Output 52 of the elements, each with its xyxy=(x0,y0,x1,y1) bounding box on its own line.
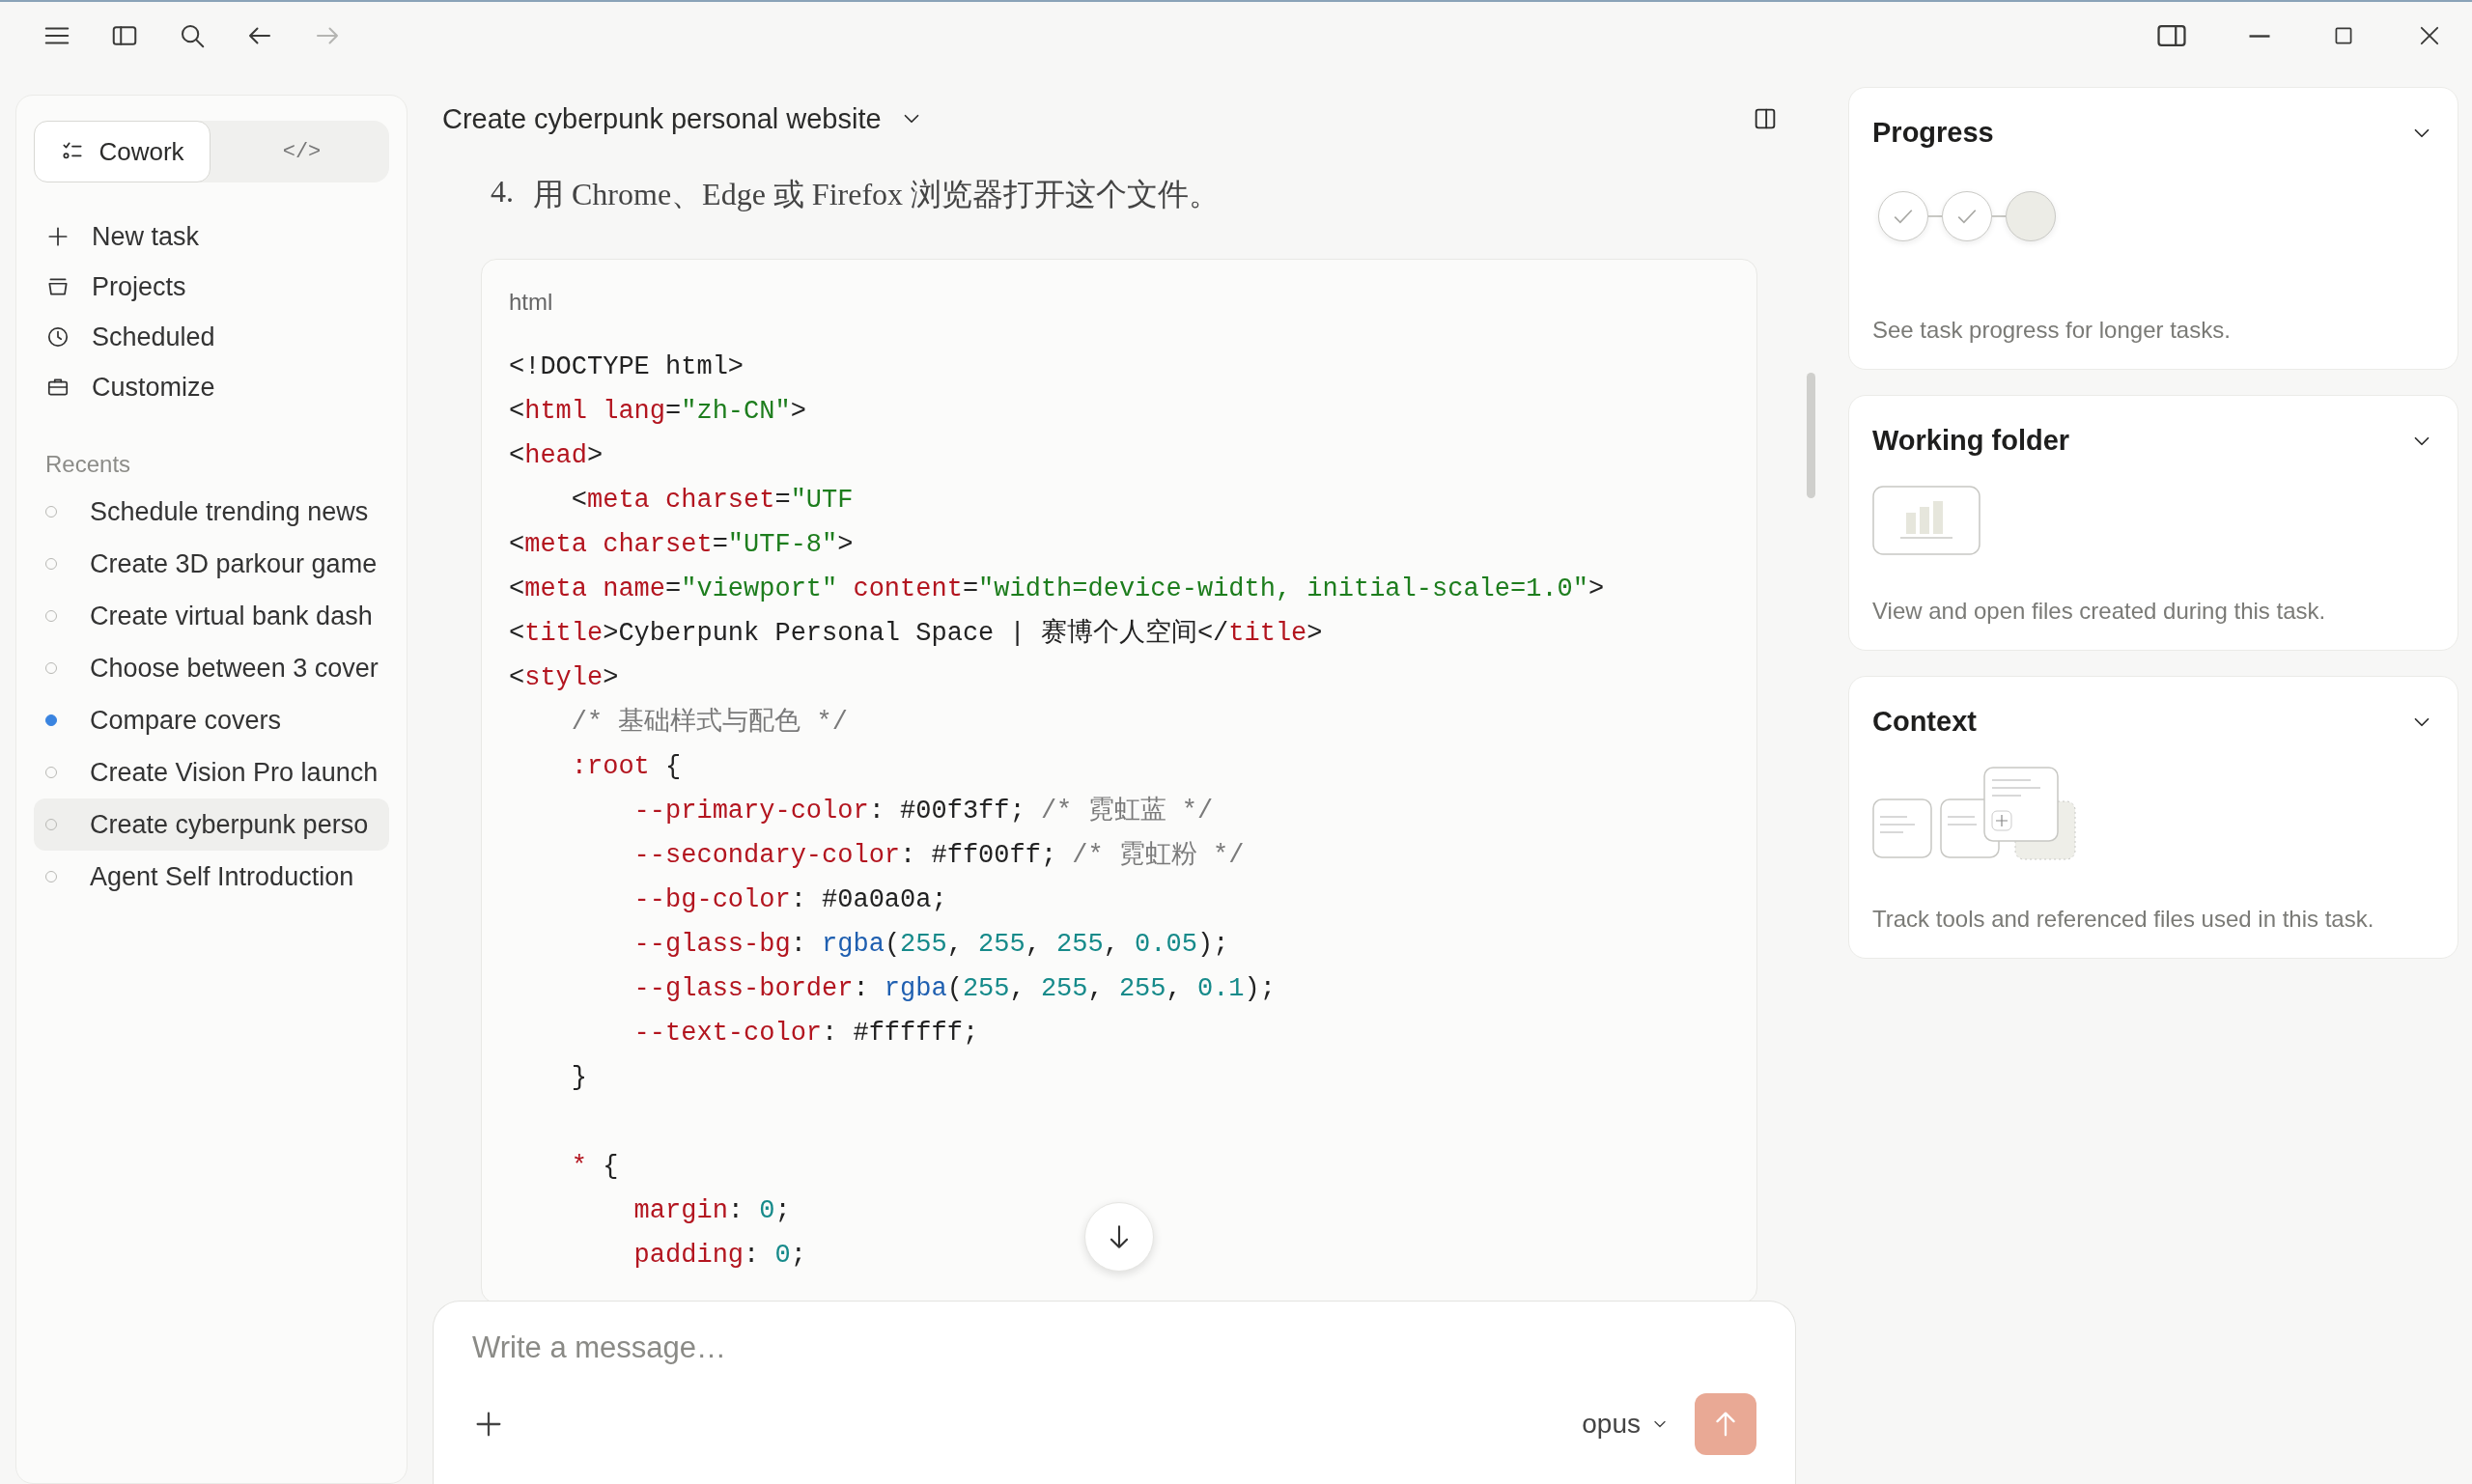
mode-tab[interactable]: Cowork xyxy=(34,121,211,182)
panel-title[interactable]: Context xyxy=(1872,706,1977,738)
mode-tab[interactable]: </> xyxy=(214,121,389,182)
code-line: <meta charset="UTF xyxy=(570,485,854,517)
panel-description: See task progress for longer tasks. xyxy=(1872,317,2232,344)
code-line: <!DOCTYPE html> xyxy=(509,351,744,383)
recent-task-item[interactable]: Create 3D parkour game xyxy=(34,538,389,590)
recent-task-item[interactable]: Create Vision Pro launch xyxy=(34,746,389,798)
clock-icon xyxy=(45,324,70,350)
panel-description: Track tools and referenced files used in this task. xyxy=(1872,906,2375,933)
recent-task-item[interactable]: Compare covers xyxy=(34,694,389,746)
recent-task-item[interactable]: Create cyberpunk perso xyxy=(34,798,389,851)
code-line: <title>Cyberpunk Personal Space | 赛博个人空间</title> xyxy=(509,617,1323,650)
recent-task-item[interactable]: Schedule trending news xyxy=(34,486,389,538)
model-selector[interactable]: opus xyxy=(1576,1408,1675,1441)
code-line: } xyxy=(570,1062,587,1094)
nav-item[interactable]: Customize xyxy=(92,372,215,403)
code-language: html xyxy=(509,289,553,316)
code-line: margin: 0; xyxy=(632,1195,791,1227)
code-line: /* 基础样式与配色 */ xyxy=(570,706,849,739)
code-line: --text-color: #ffffff; xyxy=(632,1018,979,1050)
code-line: --secondary-color: #ff00ff; /* 霓虹粉 */ xyxy=(632,840,1245,872)
recent-task-item[interactable]: Create virtual bank dash xyxy=(34,590,389,642)
list-text: 用 Chrome、Edge 或 Firefox 浏览器打开这个文件。 xyxy=(533,176,1221,213)
panel-description: View and open files created during this task. xyxy=(1872,598,2327,625)
minimize-icon[interactable] xyxy=(2248,34,2271,38)
code-line: * { xyxy=(570,1151,619,1183)
code-line: <head> xyxy=(509,440,604,472)
message-input[interactable]: Write a message… xyxy=(472,1330,1756,1365)
code-line: <style> xyxy=(509,662,619,694)
chart-file-icon xyxy=(1872,486,1980,555)
code-line: --glass-border: rgba(255, 255, 255, 0.1); xyxy=(632,973,1276,1005)
code-line: --bg-color: #0a0a0a; xyxy=(632,884,947,916)
scrollbar-thumb[interactable] xyxy=(1807,373,1815,498)
recent-task-item[interactable]: Choose between 3 cover xyxy=(34,642,389,694)
code-line: padding: 0; xyxy=(632,1240,806,1272)
code-line: --primary-color: #00f3ff; /* 霓虹蓝 */ xyxy=(632,795,1214,827)
panel-title[interactable]: Progress xyxy=(1872,117,1994,149)
code-line: <html lang="zh-CN"> xyxy=(509,396,806,428)
conversation-title[interactable]: Create cyberpunk personal website xyxy=(442,102,882,135)
code-line: <meta name="viewport" content="width=device-width, initial-scale=1.0"> xyxy=(509,574,1605,605)
code-line: <meta charset="UTF-8"> xyxy=(509,529,854,561)
list-number: 4. xyxy=(491,174,514,210)
nav-item[interactable]: Scheduled xyxy=(92,322,215,352)
recent-task-item[interactable]: Agent Self Introduction xyxy=(34,851,389,903)
code-line: --glass-bg: rgba(255, 255, 255, 0.05); xyxy=(632,929,1229,961)
code-line: :root { xyxy=(570,751,682,783)
nav-item[interactable]: New task xyxy=(92,221,200,252)
send-button[interactable] xyxy=(1695,1393,1756,1455)
panel-title[interactable]: Working folder xyxy=(1872,425,2070,457)
section-label: Recents xyxy=(45,451,132,478)
nav-item[interactable]: Projects xyxy=(92,271,186,302)
